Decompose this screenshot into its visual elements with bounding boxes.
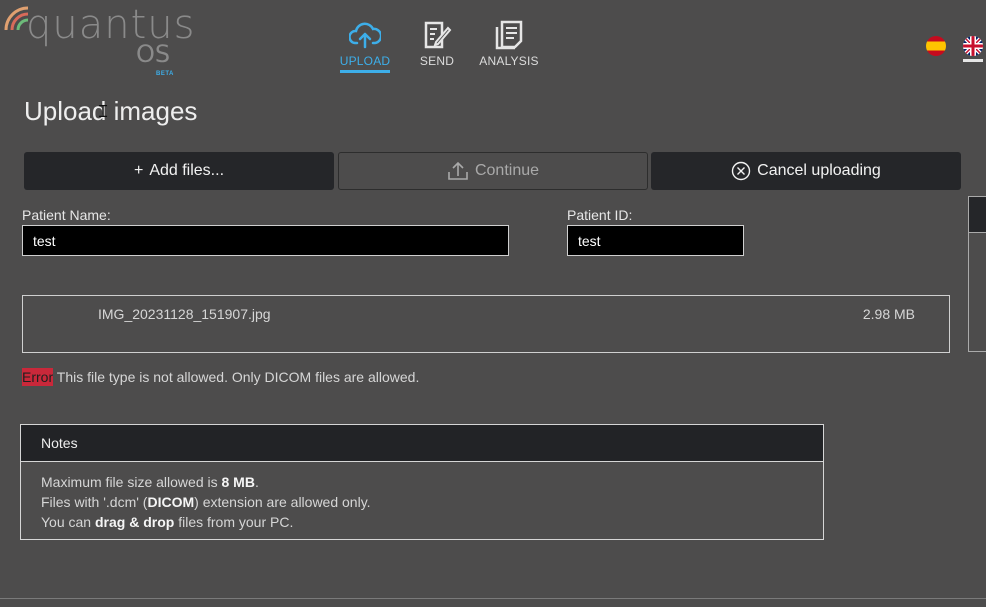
patient-id-label: Patient ID: <box>567 207 633 223</box>
file-list: IMG_20231128_151907.jpg 2.98 MB <box>22 295 950 353</box>
add-files-label: Add files... <box>149 162 225 179</box>
document-list-icon <box>493 18 525 52</box>
patient-id-input[interactable] <box>567 225 744 256</box>
nav-upload[interactable]: UPLOAD <box>330 18 400 73</box>
edit-document-icon <box>422 18 452 52</box>
nav-analysis[interactable]: ANALYSIS <box>474 18 544 73</box>
note-max-size: Maximum file size allowed is 8 MB. <box>41 474 259 490</box>
side-panel-header <box>969 197 986 233</box>
side-panel <box>968 196 986 352</box>
spain-flag-icon[interactable] <box>926 36 946 56</box>
nav-send-label: SEND <box>419 54 455 68</box>
quantus-os-logo[interactable]: quantus OS BETA <box>2 0 194 85</box>
beta-badge: BETA <box>156 71 174 77</box>
note-file-type: Files with '.dcm' (DICOM) extension are … <box>41 494 371 510</box>
close-circle-icon <box>731 161 751 181</box>
note-drag-drop: You can drag & drop files from your PC. <box>41 514 294 530</box>
plus-icon: + <box>133 162 144 179</box>
patient-name-input[interactable] <box>22 225 509 256</box>
continue-label: Continue <box>474 162 540 179</box>
patient-name-label: Patient Name: <box>22 207 111 223</box>
nav-upload-label: UPLOAD <box>339 54 391 73</box>
notes-title: Notes <box>21 425 823 462</box>
cloud-upload-icon <box>349 18 381 52</box>
error-text: This file type is not allowed. Only DICO… <box>56 369 420 385</box>
notes-body: Maximum file size allowed is 8 MB. Files… <box>21 462 823 542</box>
nav-send[interactable]: SEND <box>402 18 472 73</box>
cancel-uploading-label: Cancel uploading <box>757 162 881 179</box>
cancel-uploading-button[interactable]: Cancel uploading <box>651 152 961 190</box>
brand-suffix: OS <box>136 40 171 68</box>
selected-language-indicator <box>963 59 983 62</box>
file-size: 2.98 MB <box>862 306 915 322</box>
notes-panel: Notes Maximum file size allowed is 8 MB.… <box>20 424 824 540</box>
main-nav: UPLOAD SEND ANALYSIS <box>330 18 546 73</box>
add-files-button[interactable]: + Add files... <box>24 152 334 190</box>
footer-divider <box>0 598 986 599</box>
error-message: Error This file type is not allowed. Onl… <box>22 368 420 386</box>
upload-icon <box>447 161 469 181</box>
file-name: IMG_20231128_151907.jpg <box>98 306 271 322</box>
text-cursor-icon: Ｉ <box>95 104 112 121</box>
continue-button[interactable]: Continue <box>338 152 648 190</box>
nav-analysis-label: ANALYSIS <box>479 54 539 68</box>
error-badge: Error <box>22 368 54 386</box>
uk-flag-icon[interactable] <box>963 36 983 56</box>
